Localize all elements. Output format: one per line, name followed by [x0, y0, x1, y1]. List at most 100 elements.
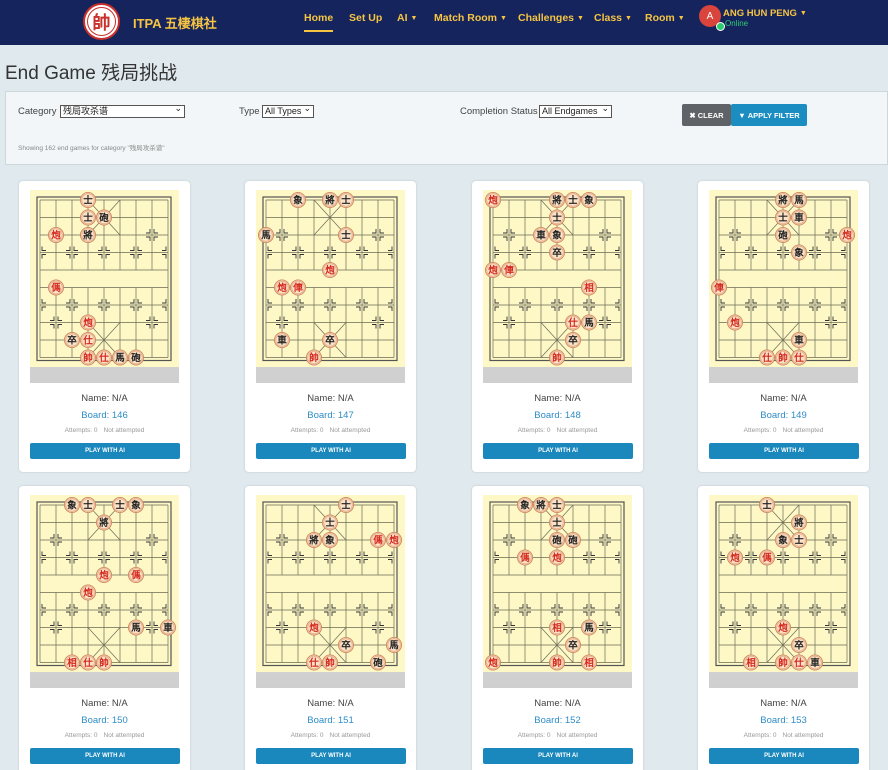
chess-piece[interactable]: 仕 [759, 349, 776, 366]
chess-piece[interactable]: 炮 [838, 227, 855, 244]
chess-piece[interactable]: 砲 [565, 532, 582, 549]
chess-piece[interactable]: 卒 [549, 244, 566, 261]
chess-piece[interactable]: 俥 [290, 279, 307, 296]
chess-piece[interactable]: 炮 [47, 227, 64, 244]
chess-piece[interactable]: 炮 [775, 619, 792, 636]
chess-piece[interactable]: 炮 [726, 314, 743, 331]
chess-piece[interactable]: 仕 [791, 349, 808, 366]
chess-piece[interactable]: 將 [791, 514, 808, 531]
chess-piece[interactable]: 馬 [112, 349, 129, 366]
chess-piece[interactable]: 車 [791, 209, 808, 226]
chess-piece[interactable]: 帥 [549, 349, 566, 366]
chess-piece[interactable]: 士 [759, 497, 776, 513]
chess-piece[interactable]: 士 [549, 497, 566, 513]
chess-piece[interactable]: 車 [791, 331, 808, 348]
chess-board[interactable]: 炮將士象士車象卒炮俥相仕馬卒帥 [483, 190, 632, 383]
chess-piece[interactable]: 士 [565, 192, 582, 208]
chess-board[interactable]: 象士士象將炮傌炮馬車相仕帥 [30, 495, 179, 688]
chess-piece[interactable]: 車 [159, 619, 176, 636]
chess-piece[interactable]: 俥 [500, 262, 517, 279]
play-with-ai-button[interactable]: PLAY WITH AI [256, 748, 406, 764]
chess-piece[interactable]: 仕 [565, 314, 582, 331]
chess-piece[interactable]: 炮 [273, 279, 290, 296]
category-select[interactable]: 残局攻杀谱 [60, 105, 185, 118]
chess-board[interactable]: 象將士士馬炮炮俥車卒帥 [256, 190, 405, 383]
endgame-card[interactable]: 士將象士炮傌炮卒相帥仕車 Name: N/A Board: 153 Attempts:… [698, 486, 869, 770]
chess-piece[interactable]: 士 [775, 209, 792, 226]
play-with-ai-button[interactable]: PLAY WITH AI [30, 748, 180, 764]
chess-board[interactable]: 士將象士炮傌炮卒相帥仕車 [709, 495, 858, 688]
chess-piece[interactable]: 砲 [96, 209, 113, 226]
chess-piece[interactable]: 砲 [549, 532, 566, 549]
chess-piece[interactable]: 相 [743, 654, 760, 671]
chess-piece[interactable]: 象 [549, 227, 566, 244]
chess-piece[interactable]: 仕 [80, 654, 97, 671]
play-with-ai-button[interactable]: PLAY WITH AI [483, 748, 633, 764]
chess-board[interactable]: 士士砲將炮傌炮卒仕帥仕馬砲 [30, 190, 179, 383]
chess-piece[interactable]: 炮 [549, 549, 566, 566]
chess-piece[interactable]: 士 [549, 514, 566, 531]
card-board-number[interactable]: Board: 153 [698, 715, 869, 726]
chess-piece[interactable]: 車 [273, 331, 290, 348]
chess-piece[interactable]: 傌 [128, 567, 145, 584]
chess-piece[interactable]: 卒 [322, 331, 339, 348]
card-board-number[interactable]: Board: 150 [19, 715, 190, 726]
chess-piece[interactable]: 炮 [322, 262, 339, 279]
status-select[interactable]: All Endgames [539, 105, 612, 118]
chess-piece[interactable]: 將 [306, 532, 323, 549]
play-with-ai-button[interactable]: PLAY WITH AI [483, 443, 633, 459]
chess-piece[interactable]: 士 [338, 227, 355, 244]
card-board-number[interactable]: Board: 151 [245, 715, 416, 726]
chess-piece[interactable]: 帥 [306, 349, 323, 366]
chess-piece[interactable]: 士 [112, 497, 129, 513]
chess-piece[interactable]: 相 [64, 654, 81, 671]
chess-piece[interactable]: 士 [791, 532, 808, 549]
chess-piece[interactable]: 卒 [64, 331, 81, 348]
chess-piece[interactable]: 將 [96, 514, 113, 531]
logo-icon[interactable]: 帥 [83, 3, 120, 40]
chess-piece[interactable]: 車 [533, 227, 550, 244]
chess-piece[interactable]: 相 [581, 654, 598, 671]
chess-piece[interactable]: 傌 [759, 549, 776, 566]
card-board-number[interactable]: Board: 147 [245, 410, 416, 421]
chess-piece[interactable]: 炮 [485, 654, 501, 671]
chess-piece[interactable]: 卒 [565, 331, 582, 348]
chess-piece[interactable]: 相 [549, 619, 566, 636]
card-board-number[interactable]: Board: 146 [19, 410, 190, 421]
apply-filter-button[interactable]: ▼ APPLY FILTER [731, 104, 807, 126]
play-with-ai-button[interactable]: PLAY WITH AI [256, 443, 406, 459]
chess-piece[interactable]: 仕 [791, 654, 808, 671]
chess-piece[interactable]: 相 [581, 279, 598, 296]
nav-class[interactable]: Class ▼ [594, 12, 632, 24]
chess-piece[interactable]: 士 [338, 497, 355, 513]
chess-piece[interactable]: 炮 [485, 262, 501, 279]
chess-piece[interactable]: 炮 [80, 584, 97, 601]
chess-piece[interactable]: 仕 [80, 331, 97, 348]
endgame-card[interactable]: 士士將象傌炮炮卒馬仕帥砲 Name: N/A Board: 151 Attempts:… [245, 486, 416, 770]
brand-title[interactable]: ITPA 五棲棋社 [133, 13, 217, 32]
chess-board[interactable]: 士士將象傌炮炮卒馬仕帥砲 [256, 495, 405, 688]
chess-board[interactable]: 將馬士車砲炮象俥炮車仕帥仕 [709, 190, 858, 383]
chess-piece[interactable]: 象 [517, 497, 534, 513]
chess-piece[interactable]: 將 [775, 192, 792, 208]
nav-home[interactable]: Home [304, 12, 334, 32]
clear-button[interactable]: ✖ CLEAR [682, 104, 731, 126]
chess-piece[interactable]: 馬 [791, 192, 808, 208]
chess-piece[interactable]: 士 [549, 209, 566, 226]
chess-piece[interactable]: 砲 [370, 654, 387, 671]
play-with-ai-button[interactable]: PLAY WITH AI [709, 443, 859, 459]
chess-piece[interactable]: 傌 [370, 532, 387, 549]
chess-piece[interactable]: 士 [338, 192, 355, 208]
chess-piece[interactable]: 傌 [47, 279, 64, 296]
chess-piece[interactable]: 車 [807, 654, 824, 671]
chess-piece[interactable]: 俥 [711, 279, 727, 296]
chess-piece[interactable]: 帥 [775, 349, 792, 366]
chess-piece[interactable]: 士 [80, 192, 97, 208]
endgame-card[interactable]: 象將士士馬炮炮俥車卒帥 Name: N/A Board: 147 Attempts: … [245, 181, 416, 472]
chess-piece[interactable]: 將 [549, 192, 566, 208]
nav-match-room[interactable]: Match Room ▼ [434, 12, 507, 24]
chess-piece[interactable]: 象 [322, 532, 339, 549]
chess-piece[interactable]: 象 [128, 497, 145, 513]
chess-piece[interactable]: 帥 [322, 654, 339, 671]
nav-room[interactable]: Room ▼ [645, 12, 685, 24]
